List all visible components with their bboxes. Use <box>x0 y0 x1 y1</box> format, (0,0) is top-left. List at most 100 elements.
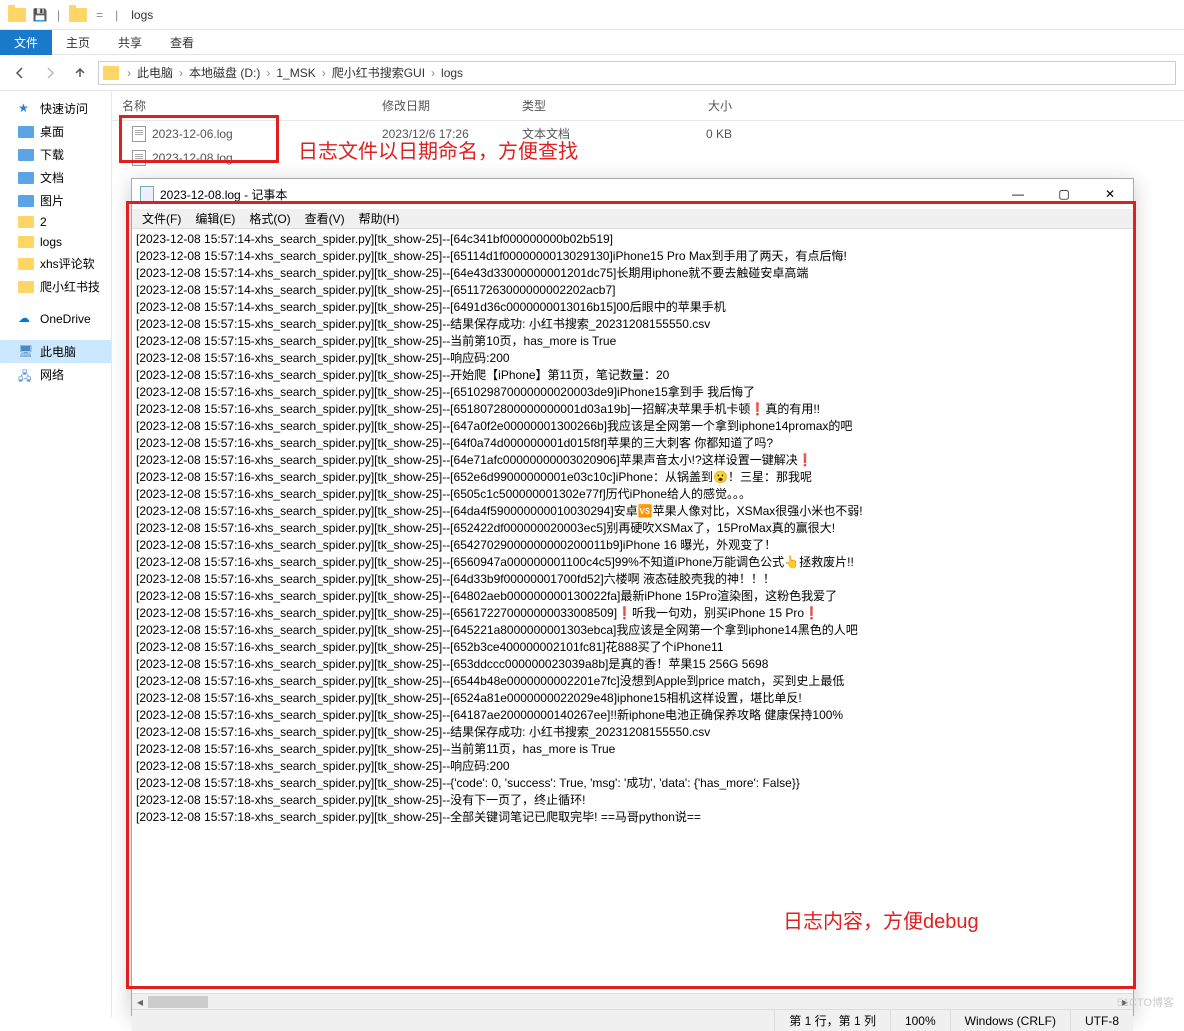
notepad-titlebar[interactable]: 2023-12-08.log - 记事本 — ▢ ✕ <box>132 179 1133 209</box>
up-icon[interactable] <box>68 61 92 85</box>
sidebar-label: 2 <box>40 215 47 229</box>
sidebar-item[interactable]: logs <box>0 232 111 252</box>
log-line: [2023-12-08 15:57:18-xhs_search_spider.p… <box>136 775 1129 792</box>
folder-icon <box>18 126 34 138</box>
log-line: [2023-12-08 15:57:16-xhs_search_spider.p… <box>136 741 1129 758</box>
annotation-text: 日志内容，方便debug <box>783 905 979 934</box>
sidebar-label: logs <box>40 235 62 249</box>
log-line: [2023-12-08 15:57:14-xhs_search_spider.p… <box>136 282 1129 299</box>
ribbon-share[interactable]: 共享 <box>104 30 156 55</box>
notepad-status: 第 1 行，第 1 列 100% Windows (CRLF) UTF-8 <box>132 1009 1133 1031</box>
sidebar-item[interactable]: 🖥此电脑 <box>0 340 111 363</box>
annotation-text: 日志文件以日期命名，方便查找 <box>298 135 578 164</box>
scroll-left-icon[interactable]: ◂ <box>132 994 148 1010</box>
status-pos: 第 1 行，第 1 列 <box>774 1010 890 1031</box>
col-type[interactable]: 类型 <box>512 95 642 116</box>
sidebar-item[interactable]: 2 <box>0 212 111 232</box>
star-icon: ★ <box>18 101 34 117</box>
log-line: [2023-12-08 15:57:14-xhs_search_spider.p… <box>136 299 1129 316</box>
folder-icon <box>18 149 34 161</box>
log-line: [2023-12-08 15:57:16-xhs_search_spider.p… <box>136 656 1129 673</box>
log-line: [2023-12-08 15:57:16-xhs_search_spider.p… <box>136 605 1129 622</box>
log-line: [2023-12-08 15:57:16-xhs_search_spider.p… <box>136 503 1129 520</box>
sidebar-label: 图片 <box>40 192 64 209</box>
menu-item[interactable]: 查看(V) <box>299 209 351 228</box>
sidebar-item[interactable]: 爬小红书技 <box>0 275 111 298</box>
scrollbar-h[interactable]: ◂ ▸ <box>132 993 1133 1009</box>
menu-item[interactable]: 格式(O) <box>243 209 296 228</box>
network-icon: 🖧 <box>18 367 34 383</box>
log-line: [2023-12-08 15:57:16-xhs_search_spider.p… <box>136 537 1129 554</box>
ribbon-home[interactable]: 主页 <box>52 30 104 55</box>
sidebar-item[interactable]: 桌面 <box>0 120 111 143</box>
log-line: [2023-12-08 15:57:16-xhs_search_spider.p… <box>136 469 1129 486</box>
folder-icon <box>18 216 34 228</box>
log-line: [2023-12-08 15:57:16-xhs_search_spider.p… <box>136 418 1129 435</box>
log-line: [2023-12-08 15:57:18-xhs_search_spider.p… <box>136 758 1129 775</box>
save-icon[interactable]: 💾 <box>32 7 48 23</box>
ribbon-file[interactable]: 文件 <box>0 30 52 55</box>
scroll-thumb[interactable] <box>148 996 208 1008</box>
sidebar-item[interactable]: xhs评论软 <box>0 252 111 275</box>
log-line: [2023-12-08 15:57:16-xhs_search_spider.p… <box>136 435 1129 452</box>
breadcrumb[interactable]: › 此电脑› 本地磁盘 (D:)› 1_MSK› 爬小红书搜索GUI› logs <box>98 61 1176 85</box>
log-line: [2023-12-08 15:57:15-xhs_search_spider.p… <box>136 316 1129 333</box>
folder-icon <box>18 172 34 184</box>
notepad-icon <box>140 186 154 202</box>
back-icon[interactable] <box>8 61 32 85</box>
menu-item[interactable]: 编辑(E) <box>189 209 241 228</box>
log-line: [2023-12-08 15:57:16-xhs_search_spider.p… <box>136 401 1129 418</box>
sidebar-label: OneDrive <box>40 312 91 326</box>
sidebar-item[interactable]: 图片 <box>0 189 111 212</box>
log-line: [2023-12-08 15:57:16-xhs_search_spider.p… <box>136 554 1129 571</box>
sidebar-label: 网络 <box>40 366 64 383</box>
col-name[interactable]: 名称 <box>112 95 372 116</box>
log-line: [2023-12-08 15:57:16-xhs_search_spider.p… <box>136 384 1129 401</box>
folder-icon <box>18 281 34 293</box>
file-icon <box>132 150 146 166</box>
col-size[interactable]: 大小 <box>642 95 742 116</box>
log-line: [2023-12-08 15:57:16-xhs_search_spider.p… <box>136 622 1129 639</box>
log-line: [2023-12-08 15:57:16-xhs_search_spider.p… <box>136 588 1129 605</box>
menu-item[interactable]: 帮助(H) <box>353 209 406 228</box>
log-line: [2023-12-08 15:57:18-xhs_search_spider.p… <box>136 809 1129 826</box>
watermark: 51CTO博客 <box>1117 994 1174 1010</box>
sidebar-label: 此电脑 <box>40 343 76 360</box>
notepad-content[interactable]: [2023-12-08 15:57:14-xhs_search_spider.p… <box>132 229 1133 993</box>
ribbon: 文件 主页 共享 查看 <box>0 30 1184 54</box>
log-line: [2023-12-08 15:57:16-xhs_search_spider.p… <box>136 520 1129 537</box>
forward-icon[interactable] <box>38 61 62 85</box>
log-line: [2023-12-08 15:57:14-xhs_search_spider.p… <box>136 265 1129 282</box>
close-button[interactable]: ✕ <box>1087 179 1133 209</box>
sidebar: ★ 快速访问桌面下载文档图片 2 logs xhs评论软爬小红书技 ☁OneDrive 🖥此… <box>0 91 112 1017</box>
sidebar-label: xhs评论软 <box>40 255 95 272</box>
log-line: [2023-12-08 15:57:16-xhs_search_spider.p… <box>136 639 1129 656</box>
maximize-button[interactable]: ▢ <box>1041 179 1087 209</box>
notepad-menubar: 文件(F)编辑(E)格式(O)查看(V)帮助(H) <box>132 209 1133 229</box>
log-line: [2023-12-08 15:57:15-xhs_search_spider.p… <box>136 333 1129 350</box>
status-eol: Windows (CRLF) <box>950 1010 1070 1031</box>
folder-icon <box>69 8 87 22</box>
sidebar-item[interactable]: 下载 <box>0 143 111 166</box>
minimize-button[interactable]: — <box>995 179 1041 209</box>
folder-icon <box>18 236 34 248</box>
folder-icon <box>18 195 34 207</box>
sidebar-label: 爬小红书技 <box>40 278 100 295</box>
sidebar-label: 快速访问 <box>40 100 88 117</box>
log-line: [2023-12-08 15:57:14-xhs_search_spider.p… <box>136 248 1129 265</box>
file-row[interactable]: 2023-12-08.log <box>112 146 1184 170</box>
status-zoom: 100% <box>890 1010 950 1031</box>
sidebar-item[interactable]: ★ 快速访问 <box>0 97 111 120</box>
notepad-title: 2023-12-08.log - 记事本 <box>160 186 287 203</box>
log-line: [2023-12-08 15:57:16-xhs_search_spider.p… <box>136 724 1129 741</box>
sidebar-item[interactable]: 文档 <box>0 166 111 189</box>
log-line: [2023-12-08 15:57:16-xhs_search_spider.p… <box>136 350 1129 367</box>
ribbon-view[interactable]: 查看 <box>156 30 208 55</box>
sidebar-label: 桌面 <box>40 123 64 140</box>
sidebar-item[interactable]: 🖧 网络 <box>0 363 111 386</box>
menu-item[interactable]: 文件(F) <box>136 209 187 228</box>
notepad-window: 2023-12-08.log - 记事本 — ▢ ✕ 文件(F)编辑(E)格式(… <box>131 178 1134 1016</box>
sidebar-item[interactable]: ☁OneDrive <box>0 308 111 330</box>
file-row[interactable]: 2023-12-06.log2023/12/6 17:26文本文档0 KB <box>112 121 1184 146</box>
col-date[interactable]: 修改日期 <box>372 95 512 116</box>
